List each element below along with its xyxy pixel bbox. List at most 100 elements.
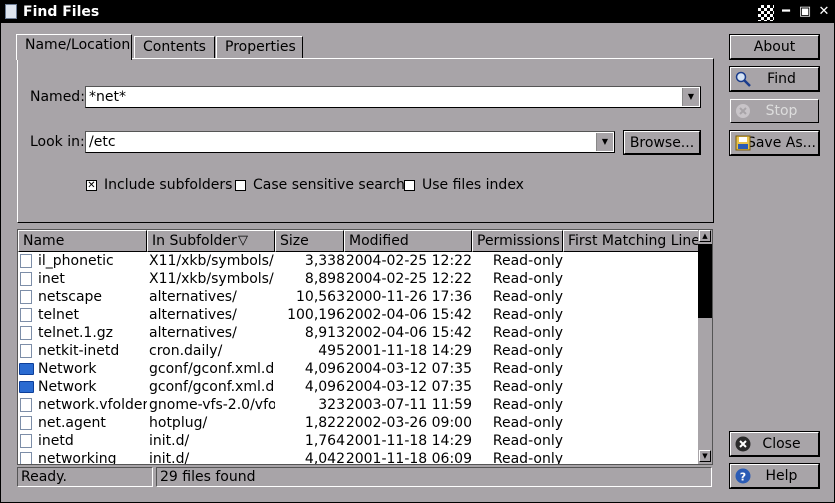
include-subfolders-checkbox[interactable]: ✕ [86,180,97,191]
cell-folder: gconf/gconf.xml.de... [149,361,275,377]
cell-folder: X11/xkb/symbols/ [149,253,274,269]
cell-folder: gnome-vfs-2.0/vfol... [149,397,275,413]
cell-perm: Read-only [492,433,563,449]
table-row[interactable]: networking init.d/4,042 2001-11-18 06:09 Re… [18,450,698,465]
scroll-thumb[interactable] [698,244,712,318]
vertical-scrollbar[interactable]: ▲ ▼ [698,230,712,464]
file-icon [20,416,32,430]
cell-name: inetd [38,433,74,449]
close-circle-icon [735,436,751,452]
cell-perm: Read-only [492,451,563,465]
named-label: Named: [30,89,85,105]
cell-name: telnet [38,307,79,323]
cell-name: telnet.1.gz [38,325,114,341]
table-row[interactable]: il_phonetic X11/xkb/symbols/3,338 2004-02-… [18,252,698,270]
minimize-icon[interactable]: ━ [778,4,794,20]
close-button-label: Close [762,436,801,452]
table-row[interactable]: telnet alternatives/100,196 2002-04-06 15:… [18,306,698,324]
cell-size: 3,338 [304,253,345,269]
table-row[interactable]: netscape alternatives/10,563 2000-11-26 17… [18,288,698,306]
stop-button-label: Stop [765,103,798,119]
named-combo[interactable]: *net* ▼ [85,86,701,108]
magnifier-icon [735,71,751,87]
cell-name: inet [38,271,65,287]
look-in-combo[interactable]: /etc ▼ [85,131,615,153]
cell-folder: gconf/gconf.xml.de... [149,379,275,395]
help-button-label: Help [765,468,798,484]
cell-perm: Read-only [492,415,563,431]
cell-modified: 2001-11-18 14:29 [345,433,472,449]
cell-modified: 2002-04-06 15:42 [345,307,472,323]
save-as-button[interactable]: Save As... [729,130,820,156]
cell-folder: alternatives/ [149,325,237,341]
table-row[interactable]: telnet.1.gz alternatives/8,913 2002-04-06 … [18,324,698,342]
cell-perm: Read-only [492,397,563,413]
file-icon [20,308,32,322]
about-button[interactable]: About [729,34,820,60]
cell-perm: Read-only [492,307,563,323]
table-row[interactable]: Network gconf/gconf.xml.de... 4,0962004-03… [18,360,698,378]
chevron-down-icon[interactable]: ▼ [596,133,613,151]
close-button[interactable]: Close [729,431,820,457]
tab-properties[interactable]: Properties [216,36,303,58]
named-input[interactable]: *net* [89,88,126,106]
column-header-in-subfolder[interactable]: In Subfolder ▽ [147,230,275,252]
table-row[interactable]: inet X11/xkb/symbols/8,898 2004-02-25 12:2… [18,270,698,288]
use-files-index-label: Use files index [422,177,524,193]
file-icon [20,344,32,358]
cell-folder: init.d/ [149,451,190,465]
window-menu-icon[interactable] [758,5,774,21]
cell-folder: hotplug/ [149,415,208,431]
scroll-up-icon[interactable]: ▲ [699,230,711,242]
cell-name: Network [38,361,97,377]
look-in-input[interactable]: /etc [89,133,116,151]
status-count: 29 files found [156,467,712,487]
app-document-icon [5,4,17,19]
table-row[interactable]: netkit-inetd cron.daily/495 2001-11-18 14:… [18,342,698,360]
svg-text:?: ? [740,471,746,484]
cell-size: 1,822 [304,415,345,431]
file-icon [20,290,32,304]
case-sensitive-checkbox[interactable] [235,180,246,191]
cell-folder: X11/xkb/symbols/ [149,271,274,287]
cell-modified: 2001-11-18 06:09 [345,451,472,465]
folder-icon [19,381,34,393]
sort-indicator-icon: ▽ [238,233,248,248]
help-button[interactable]: ? Help [729,463,820,489]
chevron-down-icon[interactable]: ▼ [682,88,699,106]
cell-name: Network [38,379,97,395]
cell-perm: Read-only [492,379,563,395]
maximize-icon[interactable]: ▣ [797,4,813,20]
close-window-icon[interactable]: ✕ [816,4,832,20]
find-button[interactable]: Find [729,66,820,92]
file-icon [20,452,32,464]
table-row[interactable]: net.agent hotplug/1,822 2002-03-26 09:00 Re… [18,414,698,432]
cell-modified: 2004-02-25 12:22 [345,253,472,269]
column-header-first-matching-line[interactable]: First Matching Line [563,230,712,252]
column-header-permissions[interactable]: Permissions [472,230,563,252]
case-sensitive-label: Case sensitive search [253,177,405,193]
cell-modified: 2004-03-12 07:35 [345,361,472,377]
results-list[interactable]: Name In Subfolder ▽ Size Modified Permis… [17,229,713,465]
cell-modified: 2002-04-06 15:42 [345,325,472,341]
tab-contents[interactable]: Contents [134,36,215,58]
browse-button[interactable]: Browse... [623,130,701,155]
title-bar[interactable]: Find Files ━ ▣ ✕ [1,1,834,23]
tab-name-location[interactable]: Name/Location [16,34,132,60]
use-files-index-checkbox[interactable] [404,180,415,191]
scroll-down-icon[interactable]: ▼ [699,450,711,462]
table-row[interactable]: inetd init.d/1,764 2001-11-18 14:29 Read-on… [18,432,698,450]
cell-name: network.vfolder-... [38,397,147,413]
stop-button[interactable]: Stop [730,99,819,123]
table-row[interactable]: Network gconf/gconf.xml.de... 4,0962004-03… [18,378,698,396]
look-in-label: Look in: [30,134,85,150]
column-header-modified[interactable]: Modified [344,230,472,252]
cell-name: networking [38,451,117,465]
window-title: Find Files [23,4,100,20]
column-header-size[interactable]: Size [275,230,344,252]
table-row[interactable]: network.vfolder-...gnome-vfs-2.0/vfol...… [18,396,698,414]
cell-folder: cron.daily/ [149,343,223,359]
column-header-name[interactable]: Name [18,230,147,252]
cell-size: 323 [318,397,345,413]
cell-perm: Read-only [492,325,563,341]
